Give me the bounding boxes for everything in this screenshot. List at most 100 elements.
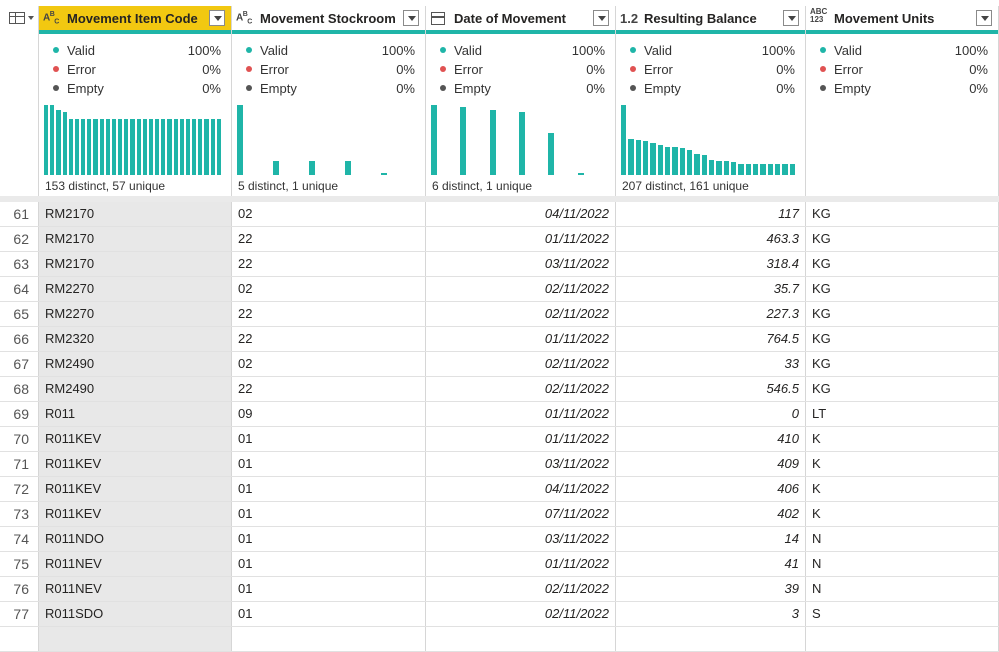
cell-code[interactable]: RM2270 [39,277,232,301]
histogram-bar[interactable] [775,164,781,175]
any-type-icon[interactable]: ABC 123 [810,8,827,24]
table-row[interactable]: 70 R011KEV 01 01/11/2022 410 K [0,427,999,452]
cell-unit[interactable]: LT [806,402,999,426]
cell-code[interactable]: RM2170 [39,202,232,226]
column-header-movement-units[interactable]: ABC 123 Movement Units [806,6,999,34]
histogram-bar[interactable] [782,164,788,175]
filter-dropdown-button[interactable] [783,10,799,26]
histogram-bar[interactable] [161,119,166,175]
histogram-bar[interactable] [577,173,584,175]
cell-bal[interactable]: 402 [616,502,806,526]
cell-code[interactable]: RM2320 [39,327,232,351]
histogram-bar[interactable] [273,161,279,175]
histogram-bar[interactable] [621,105,627,175]
decimal-type-icon[interactable]: 1.2 [620,11,638,26]
histogram-bar[interactable] [173,119,178,175]
cell-unit[interactable]: KG [806,202,999,226]
cell-code[interactable]: RM2490 [39,352,232,376]
histogram-bar[interactable] [731,162,737,175]
cell-bal[interactable]: 406 [616,477,806,501]
histogram-bar[interactable] [198,119,203,175]
cell-date[interactable]: 01/11/2022 [426,327,616,351]
cell-stock[interactable]: 01 [232,502,426,526]
histogram-bar[interactable] [74,119,80,175]
histogram-bar[interactable] [687,150,693,175]
cell-unit[interactable]: N [806,552,999,576]
cell-unit[interactable]: N [806,527,999,551]
histogram-bar[interactable] [210,119,215,175]
histogram-bar[interactable] [167,119,172,175]
cell-stock[interactable]: 01 [232,452,426,476]
histogram-bar[interactable] [148,119,154,175]
cell-unit[interactable]: K [806,477,999,501]
cell-bal[interactable]: 318.4 [616,252,806,276]
histogram-bar[interactable] [185,119,191,175]
cell-stock[interactable]: 01 [232,552,426,576]
histogram-bar[interactable] [716,161,722,175]
filter-dropdown-button[interactable] [209,10,225,26]
histogram-bar[interactable] [635,140,641,175]
histogram-bar[interactable] [672,147,678,175]
cell-date[interactable]: 01/11/2022 [426,427,616,451]
cell-date[interactable]: 02/11/2022 [426,602,616,626]
cell-bal[interactable]: 463.3 [616,227,806,251]
histogram-bar[interactable] [44,105,49,175]
cell-stock[interactable]: 02 [232,277,426,301]
cell-code[interactable]: RM2170 [39,227,232,251]
histogram-bar[interactable] [93,119,98,175]
cell-bal[interactable]: 35.7 [616,277,806,301]
histogram-bar[interactable] [679,148,685,175]
cell-stock[interactable]: 22 [232,377,426,401]
column-header-movement-item-code[interactable]: ABC Movement Item Code [39,6,232,34]
cell-stock[interactable]: 01 [232,477,426,501]
histogram-bar[interactable] [124,119,129,175]
cell-bal[interactable]: 764.5 [616,327,806,351]
table-row[interactable]: 77 R011SDO 01 02/11/2022 3 S [0,602,999,627]
cell-date[interactable]: 03/11/2022 [426,527,616,551]
cell-code[interactable]: R011KEV [39,452,232,476]
cell-date[interactable]: 02/11/2022 [426,277,616,301]
cell-code[interactable]: R011NDO [39,527,232,551]
histogram-bar[interactable] [431,105,437,175]
table-row[interactable]: 74 R011NDO 01 03/11/2022 14 N [0,527,999,552]
histogram-bar[interactable] [136,119,141,175]
histogram-bar[interactable] [548,133,555,175]
cell-unit[interactable]: KG [806,277,999,301]
text-type-icon[interactable]: ABC [236,11,252,25]
table-row[interactable]: 66 RM2320 22 01/11/2022 764.5 KG [0,327,999,352]
value-distribution-histogram[interactable] [431,105,609,175]
cell-bal[interactable]: 410 [616,427,806,451]
cell-stock[interactable]: 22 [232,327,426,351]
table-row[interactable]: 73 R011KEV 01 07/11/2022 402 K [0,502,999,527]
column-header-movement-stockroom[interactable]: ABC Movement Stockroom [232,6,426,34]
cell-date[interactable]: 02/11/2022 [426,577,616,601]
histogram-bar[interactable] [142,119,147,175]
value-distribution-histogram[interactable] [811,105,992,175]
cell-bal[interactable]: 33 [616,352,806,376]
histogram-bar[interactable] [789,164,795,175]
value-distribution-histogram[interactable] [237,105,419,175]
cell-unit[interactable]: KG [806,252,999,276]
histogram-bar[interactable] [489,110,496,175]
histogram-bar[interactable] [767,164,773,175]
cell-code[interactable]: RM2270 [39,302,232,326]
cell-unit[interactable]: KG [806,352,999,376]
cell-unit[interactable]: K [806,502,999,526]
cell-unit[interactable]: N [806,577,999,601]
text-type-icon[interactable]: ABC [43,11,59,25]
histogram-bar[interactable] [87,119,92,175]
table-row[interactable]: 71 R011KEV 01 03/11/2022 409 K [0,452,999,477]
table-menu-button[interactable] [0,6,39,34]
histogram-bar[interactable] [643,141,649,175]
cell-code[interactable]: R011 [39,402,232,426]
histogram-bar[interactable] [56,110,61,175]
cell-stock[interactable]: 01 [232,427,426,451]
cell-bal[interactable]: 0 [616,402,806,426]
cell-unit[interactable]: KG [806,227,999,251]
column-header-resulting-balance[interactable]: 1.2 Resulting Balance [616,6,806,34]
histogram-bar[interactable] [701,155,707,175]
histogram-bar[interactable] [130,119,135,175]
histogram-bar[interactable] [753,164,759,175]
cell-unit[interactable]: KG [806,377,999,401]
cell-unit[interactable]: S [806,602,999,626]
